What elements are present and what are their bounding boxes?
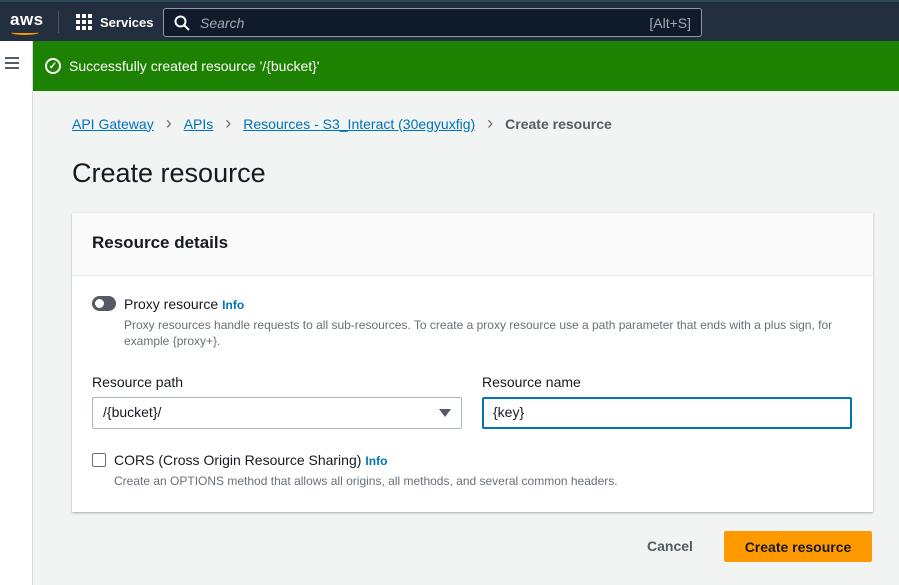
- proxy-resource-toggle[interactable]: [92, 296, 116, 311]
- menu-icon[interactable]: [5, 57, 19, 72]
- search-input[interactable]: Search [Alt+S]: [163, 8, 702, 37]
- card-header: Resource details: [72, 213, 873, 276]
- services-label: Services: [100, 14, 154, 30]
- breadcrumb-current: Create resource: [505, 115, 612, 132]
- search-placeholder: Search: [200, 14, 245, 31]
- create-resource-button[interactable]: Create resource: [724, 531, 872, 562]
- banner-message: Successfully created resource '/{bucket}…: [69, 58, 320, 74]
- sidebar: [0, 41, 33, 585]
- resource-name-input[interactable]: {key}: [482, 397, 852, 429]
- check-circle-icon: ✓: [45, 58, 61, 74]
- breadcrumb-resources[interactable]: Resources - S3_Interact (30egyuxfig): [243, 116, 475, 132]
- aws-smile-icon: [11, 30, 39, 35]
- proxy-info-link[interactable]: Info: [222, 298, 244, 312]
- search-icon: [174, 15, 190, 31]
- cors-checkbox[interactable]: [92, 453, 106, 467]
- chevron-right-icon: ›: [165, 113, 172, 133]
- cancel-button[interactable]: Cancel: [647, 538, 693, 554]
- resource-path-value: /{bucket}/: [103, 404, 162, 420]
- cors-info-link[interactable]: Info: [365, 454, 387, 468]
- cors-description: Create an OPTIONS method that allows all…: [114, 474, 618, 488]
- chevron-right-icon: ›: [225, 113, 232, 133]
- search-shortcut: [Alt+S]: [649, 14, 691, 31]
- resource-name-value: {key}: [493, 404, 525, 420]
- page-title: Create resource: [72, 158, 266, 188]
- breadcrumb: API Gateway › APIs › Resources - S3_Inte…: [72, 113, 612, 134]
- cors-label: CORS (Cross Origin Resource Sharing): [114, 452, 362, 468]
- divider: [58, 11, 59, 33]
- services-button[interactable]: Services: [76, 14, 154, 30]
- success-banner: ✓ Successfully created resource '/{bucke…: [33, 41, 899, 91]
- breadcrumb-api-gateway[interactable]: API Gateway: [72, 116, 154, 132]
- resource-name-label: Resource name: [482, 374, 581, 390]
- proxy-resource-label: Proxy resource: [124, 296, 219, 312]
- grid-icon: [76, 14, 92, 30]
- resource-details-card: Resource details Proxy resource Info Prox…: [72, 213, 873, 512]
- top-nav: aws Services Search [Alt+S]: [0, 0, 899, 41]
- chevron-right-icon: ›: [487, 113, 494, 133]
- resource-path-label: Resource path: [92, 374, 184, 390]
- proxy-description: Proxy resources handle requests to all s…: [124, 318, 833, 348]
- aws-logo[interactable]: aws: [10, 10, 44, 30]
- resource-path-select[interactable]: /{bucket}/: [92, 397, 462, 429]
- breadcrumb-apis[interactable]: APIs: [184, 116, 214, 132]
- caret-down-icon: [439, 409, 451, 417]
